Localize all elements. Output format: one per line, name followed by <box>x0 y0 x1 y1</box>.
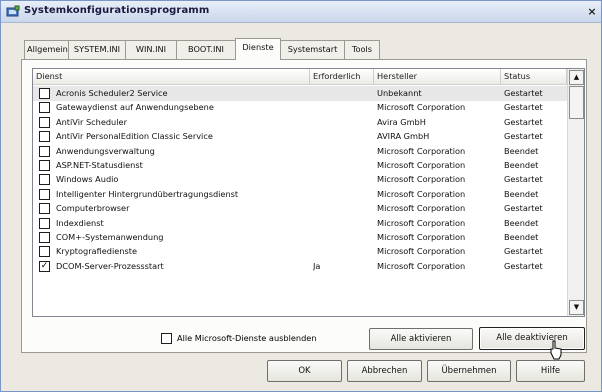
scroll-up-arrow-icon[interactable]: ▲ <box>569 70 584 85</box>
table-row[interactable]: Intelligenter Hintergrundübertragungsdie… <box>33 187 567 202</box>
column-header-erforderlich[interactable]: Erforderlich <box>310 69 374 85</box>
tab-boot-ini[interactable]: BOOT.INI <box>176 40 236 59</box>
scroll-down-arrow-icon[interactable]: ▼ <box>569 300 584 315</box>
status-cell: Gestartet <box>504 246 543 257</box>
service-checkbox[interactable] <box>39 116 50 128</box>
scroll-thumb[interactable] <box>569 86 584 119</box>
mouse-cursor-icon <box>550 340 562 360</box>
system-config-window: Systemkonfigurationsprogramm × Allgemein… <box>0 0 602 392</box>
service-name-cell: COM+-Systemanwendung <box>56 232 164 242</box>
tab-allgemein[interactable]: Allgemein <box>24 40 69 59</box>
service-name-cell: Acronis Scheduler2 Service <box>56 88 168 98</box>
service-name-cell: ASP.NET-Statusdienst <box>56 160 143 170</box>
window-title: Systemkonfigurationsprogramm <box>24 5 210 16</box>
table-row[interactable]: Windows Audio Microsoft Corporation Gestar… <box>33 172 567 187</box>
service-checkbox[interactable] <box>39 217 50 229</box>
table-row[interactable]: AntiVir Scheduler Avira GmbH Gestartet <box>33 115 567 130</box>
status-cell: Beendet <box>504 160 539 170</box>
manufacturer-cell: Microsoft Corporation <box>377 203 466 214</box>
table-row[interactable]: AntiVir PersonalEdition Classic Service A… <box>33 129 567 144</box>
manufacturer-cell: Unbekannt <box>377 88 422 98</box>
service-name-cell: Windows Audio <box>56 174 119 185</box>
service-checkbox[interactable] <box>39 203 50 215</box>
service-name-cell: Kryptografiedienste <box>56 246 137 257</box>
manufacturer-cell: Microsoft Corporation <box>377 246 466 257</box>
status-cell: Beendet <box>504 232 539 242</box>
manufacturer-cell: Microsoft Corporation <box>377 260 466 271</box>
service-name-cell: Anwendungsverwaltung <box>56 145 155 156</box>
ok-button[interactable]: OK <box>267 360 342 382</box>
status-cell: Beendet <box>504 188 539 199</box>
manufacturer-cell: Microsoft Corporation <box>377 174 466 185</box>
table-row[interactable]: Acronis Scheduler2 Service Unbekannt Gesta… <box>33 86 567 101</box>
status-cell: Gestartet <box>504 88 543 98</box>
column-header-hersteller[interactable]: Hersteller <box>374 69 501 85</box>
required-cell: Ja <box>313 260 321 271</box>
manufacturer-cell: Microsoft Corporation <box>377 217 466 228</box>
column-header-status[interactable]: Status <box>501 69 567 85</box>
table-row[interactable]: Gatewaydienst auf Anwendungsebene Microso… <box>33 100 567 115</box>
service-name-cell: Indexdienst <box>56 217 104 228</box>
column-header-dienst[interactable]: Dienst <box>33 69 310 85</box>
tab-tools[interactable]: Tools <box>344 40 380 59</box>
disable-all-button[interactable]: Alle deaktivieren <box>479 327 585 350</box>
apply-button[interactable]: Übernehmen <box>427 360 511 382</box>
manufacturer-cell: Microsoft Corporation <box>377 160 466 170</box>
service-checkbox[interactable] <box>39 145 50 157</box>
status-cell: Beendet <box>504 217 539 228</box>
status-cell: Beendet <box>504 145 539 156</box>
service-name-cell: Intelligenter Hintergrundübertragungsdie… <box>56 188 239 199</box>
service-checkbox[interactable] <box>39 102 50 114</box>
tab-dienste[interactable]: Dienste <box>235 38 281 60</box>
service-checkbox[interactable]: ✓ <box>39 260 50 272</box>
hide-microsoft-services-checkbox[interactable] <box>161 333 172 344</box>
service-checkbox[interactable] <box>39 131 50 143</box>
manufacturer-cell: Microsoft Corporation <box>377 102 466 113</box>
cancel-button[interactable]: Abbrechen <box>347 360 422 382</box>
service-name-cell: Gatewaydienst auf Anwendungsebene <box>56 102 214 113</box>
service-name-cell: AntiVir PersonalEdition Classic Service <box>56 131 213 142</box>
service-checkbox[interactable] <box>39 160 50 171</box>
services-list[interactable]: Dienst Erforderlich Hersteller Status Ac… <box>32 68 585 317</box>
table-row[interactable]: Kryptografiedienste Microsoft Corporation… <box>33 244 567 259</box>
table-row[interactable]: Indexdienst Microsoft Corporation Beendet <box>33 216 567 231</box>
title-bar[interactable]: Systemkonfigurationsprogramm × <box>1 1 601 23</box>
table-row[interactable]: COM+-Systemanwendung Microsoft Corporatio… <box>33 230 567 245</box>
table-row[interactable]: ✓ DCOM-Server-Prozessstart Ja Microsoft Cor… <box>33 259 567 274</box>
table-row[interactable]: Anwendungsverwaltung Microsoft Corporatio… <box>33 144 567 159</box>
table-row[interactable]: ASP.NET-Statusdienst Microsoft Corporatio… <box>33 158 567 173</box>
vertical-scrollbar[interactable]: ▲ ▼ <box>567 69 584 316</box>
service-name-cell: DCOM-Server-Prozessstart <box>56 260 164 271</box>
service-name-cell: Computerbrowser <box>56 203 130 214</box>
manufacturer-cell: Microsoft Corporation <box>377 145 466 156</box>
manufacturer-cell: Microsoft Corporation <box>377 232 466 242</box>
status-cell: Gestartet <box>504 203 543 214</box>
tab-system-ini[interactable]: SYSTEM.INI <box>68 40 126 59</box>
help-button[interactable]: Hilfe <box>516 360 585 382</box>
service-checkbox[interactable] <box>39 246 50 258</box>
close-button[interactable]: × <box>585 5 599 19</box>
tab-systemstart[interactable]: Systemstart <box>280 40 345 59</box>
table-row[interactable]: Computerbrowser Microsoft Corporation Gest… <box>33 201 567 216</box>
manufacturer-cell: Avira GmbH <box>377 116 426 127</box>
enable-all-button[interactable]: Alle aktivieren <box>369 328 473 350</box>
hide-microsoft-services-label: Alle Microsoft-Dienste ausblenden <box>177 333 317 343</box>
service-checkbox[interactable] <box>39 232 50 243</box>
service-checkbox[interactable] <box>39 88 50 99</box>
list-header: Dienst Erforderlich Hersteller Status <box>33 69 584 85</box>
service-name-cell: AntiVir Scheduler <box>56 116 127 127</box>
manufacturer-cell: AVIRA GmbH <box>377 131 430 142</box>
manufacturer-cell: Microsoft Corporation <box>377 188 466 199</box>
status-cell: Gestartet <box>504 174 543 185</box>
service-checkbox[interactable] <box>39 188 50 200</box>
msconfig-app-icon <box>6 5 20 17</box>
service-checkbox[interactable] <box>39 174 50 186</box>
tab-win-ini[interactable]: WIN.INI <box>125 40 177 59</box>
status-cell: Gestartet <box>504 131 543 142</box>
status-cell: Gestartet <box>504 260 543 271</box>
status-cell: Gestartet <box>504 116 543 127</box>
status-cell: Gestartet <box>504 102 543 113</box>
